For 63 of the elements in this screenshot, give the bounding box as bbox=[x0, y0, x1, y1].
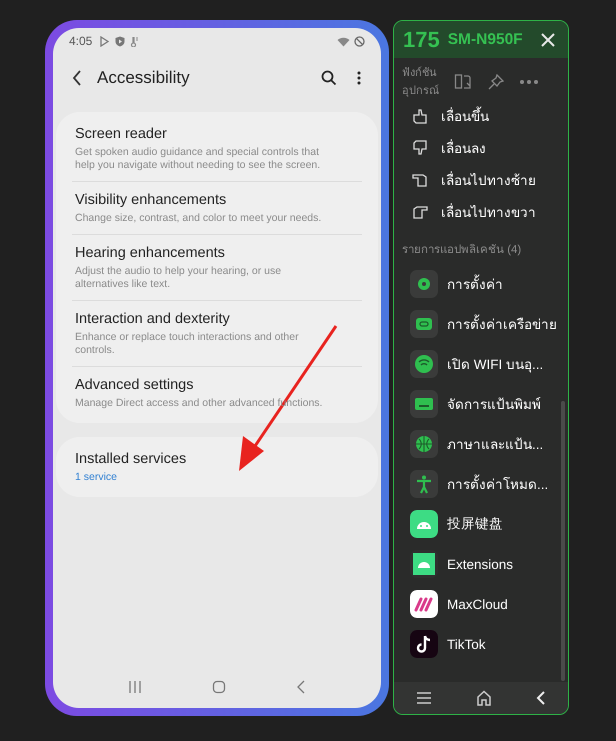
section-label: ฟังก์ชันอุปกรณ์ bbox=[402, 66, 440, 99]
device-name: SM-N950F bbox=[448, 30, 524, 48]
item-subtitle: Get spoken audio guidance and special controls that help you navigate without needing to see the screen. bbox=[75, 146, 322, 172]
app-item[interactable]: ภาษาและแป้น... bbox=[410, 430, 568, 458]
app-item[interactable]: การตั้งค่า bbox=[410, 270, 568, 298]
app-item[interactable]: MaxCloud bbox=[410, 590, 568, 618]
home-icon[interactable] bbox=[212, 680, 226, 694]
service-count-link[interactable]: 1 service bbox=[75, 471, 328, 484]
close-icon[interactable] bbox=[541, 32, 555, 46]
device-number: 175 bbox=[403, 26, 440, 52]
recents-icon[interactable] bbox=[128, 680, 142, 694]
gesture-item[interactable]: เลื่อนไปทางขวา bbox=[411, 196, 568, 228]
more-icon[interactable] bbox=[520, 80, 538, 84]
rotate-screen-icon[interactable] bbox=[454, 73, 472, 91]
thermometer-icon bbox=[130, 36, 140, 46]
gesture-item[interactable]: เลื่อนไปทางซ้าย bbox=[411, 164, 568, 196]
section-label: รายการแอปพลิเคชัน (4) bbox=[401, 242, 522, 258]
item-title: Visibility enhancements bbox=[75, 191, 228, 210]
android-icon bbox=[410, 510, 438, 538]
settings-item[interactable]: Hearing enhancements Adjust the audio to help your hearing, or use alternatives like text. bbox=[72, 235, 362, 300]
back-icon[interactable] bbox=[72, 70, 82, 86]
app-item[interactable]: Extensions bbox=[410, 550, 568, 578]
item-title: Installed services bbox=[75, 450, 188, 469]
network-icon bbox=[410, 310, 438, 338]
item-subtitle: Enhance or replace touch interactions and other controls. bbox=[75, 331, 300, 357]
gear-icon bbox=[410, 270, 438, 298]
app-item[interactable]: TikTok bbox=[410, 630, 568, 658]
item-title: Interaction and dexterity bbox=[75, 310, 231, 329]
gesture-item[interactable]: เลื่อนขึ้น bbox=[411, 100, 568, 132]
item-subtitle: Change size, contrast, and color to meet your needs. bbox=[75, 212, 322, 225]
app-item[interactable]: การตั้งค่าเครือข่าย bbox=[410, 310, 568, 338]
cloud-logo-icon bbox=[410, 590, 438, 618]
blocked-icon bbox=[354, 36, 365, 46]
play-icon bbox=[99, 36, 110, 46]
settings-item[interactable]: Visibility enhancements Change size, contrast, and color to meet your needs. bbox=[72, 182, 362, 234]
shield-icon bbox=[115, 36, 126, 46]
item-subtitle: Adjust the audio to help your hearing, or use alternatives like text. bbox=[75, 265, 282, 291]
android-icon bbox=[410, 550, 438, 578]
item-title: Screen reader bbox=[75, 125, 168, 144]
settings-item[interactable]: Interaction and dexterity Enhance or replace touch interactions and other controls. bbox=[72, 301, 362, 366]
app-item[interactable]: การตั้งค่าโหมด... bbox=[410, 470, 568, 498]
search-icon[interactable] bbox=[321, 70, 337, 86]
globe-icon bbox=[410, 430, 438, 458]
keyboard-icon bbox=[410, 390, 438, 418]
app-item[interactable]: เปิด WIFI บนอุ... bbox=[410, 350, 568, 378]
status-time: 4:05 bbox=[69, 34, 92, 48]
item-title: Hearing enhancements bbox=[75, 244, 226, 263]
wifi-icon bbox=[410, 350, 438, 378]
page-title: Accessibility bbox=[97, 68, 191, 88]
music-note-icon bbox=[410, 630, 438, 658]
app-item[interactable]: 投屏键盘 bbox=[410, 510, 568, 538]
gesture-item[interactable]: เลื่อนลง bbox=[411, 132, 568, 164]
settings-item[interactable]: Screen reader Get spoken audio guidance and special controls that help you navigate without needing to see the screen. bbox=[72, 116, 362, 181]
pin-icon[interactable] bbox=[488, 74, 504, 90]
person-icon bbox=[410, 470, 438, 498]
more-options-icon[interactable] bbox=[357, 71, 361, 85]
item-title: Advanced settings bbox=[75, 376, 194, 395]
settings-item[interactable]: Installed services 1 service bbox=[72, 441, 362, 493]
home-icon[interactable] bbox=[476, 690, 492, 706]
scrollbar[interactable] bbox=[561, 401, 565, 681]
app-item[interactable]: จัดการแป้นพิมพ์ bbox=[410, 390, 568, 418]
wifi-icon bbox=[337, 36, 350, 46]
menu-icon[interactable] bbox=[416, 691, 432, 705]
